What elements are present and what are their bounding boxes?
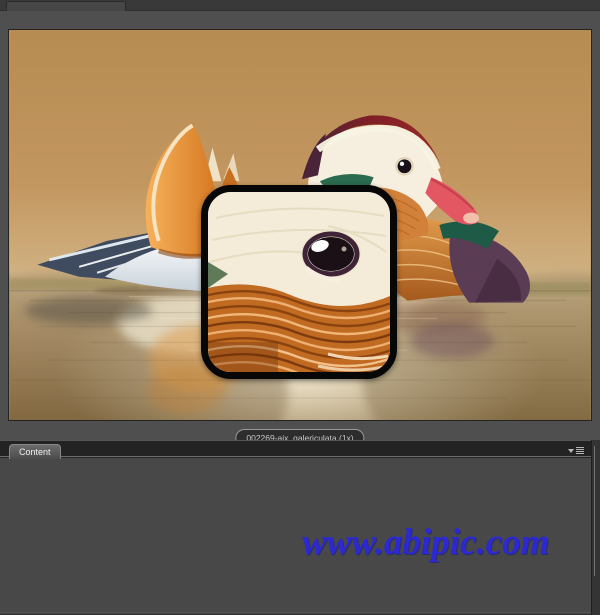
watermark: www.abipic.com — [302, 522, 550, 563]
loupe-zoomed-view — [208, 192, 390, 372]
tab-content[interactable]: Content — [9, 444, 61, 459]
top-tab-strip — [0, 0, 600, 11]
tab-content-label: Content — [19, 447, 51, 457]
content-panel-header: Content — [0, 440, 600, 459]
preview-tab[interactable] — [6, 1, 126, 11]
preview-image[interactable] — [8, 29, 592, 421]
photo-browser-window: 002269-aix_galericulata (1x) Content www… — [0, 0, 600, 615]
caret-down-icon — [568, 448, 574, 453]
menu-lines-icon — [576, 447, 584, 454]
preview-panel: 002269-aix_galericulata (1x) — [0, 12, 600, 451]
panel-menu-icon[interactable] — [568, 445, 586, 456]
loupe-magnifier[interactable] — [201, 185, 397, 379]
